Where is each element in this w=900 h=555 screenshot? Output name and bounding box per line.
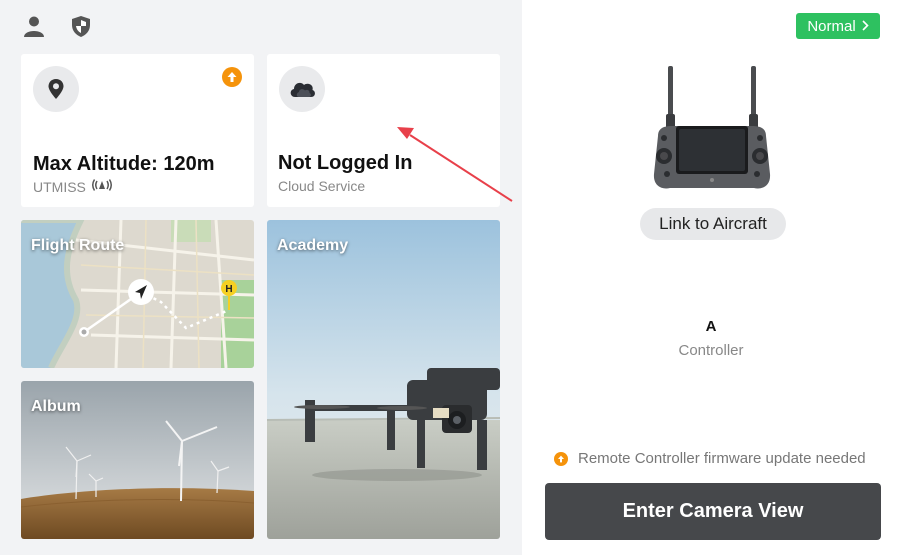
- controller-type-label: Controller: [678, 342, 744, 359]
- academy-label: Academy: [277, 237, 349, 254]
- location-pin-icon: [33, 66, 79, 112]
- svg-text:H: H: [225, 284, 232, 295]
- cloud-service-label: Cloud Service: [278, 178, 366, 194]
- cloud-icon: [279, 66, 325, 112]
- chevron-right-icon: [862, 18, 869, 35]
- remote-controller-image: [653, 66, 771, 189]
- home-left-panel: Max Altitude: 120m UTMISS Not Logged In …: [0, 0, 522, 555]
- utmiss-label: UTMISS: [33, 178, 86, 195]
- status-normal-button[interactable]: Normal: [796, 13, 880, 39]
- flight-route-tile[interactable]: H Flight Route: [21, 220, 254, 368]
- firmware-warning-text: Remote Controller firmware update needed: [578, 450, 866, 467]
- user-icon[interactable]: [22, 14, 46, 38]
- max-altitude-title: Max Altitude: 120m: [33, 153, 215, 175]
- broadcast-icon: [90, 178, 114, 195]
- link-to-aircraft-button[interactable]: Link to Aircraft: [640, 208, 786, 240]
- status-label: Normal: [807, 17, 856, 35]
- controller-panel: Normal Link to Aircraft A Controller Rem…: [522, 0, 900, 555]
- flight-route-label: Flight Route: [31, 237, 125, 254]
- academy-drone-image: [267, 220, 500, 539]
- update-warning-icon: [554, 451, 568, 466]
- album-tile[interactable]: Album: [21, 381, 254, 539]
- enter-camera-view-button[interactable]: Enter Camera View: [545, 483, 881, 540]
- max-altitude-card[interactable]: Max Altitude: 120m UTMISS: [21, 54, 254, 207]
- login-status-title: Not Logged In: [278, 152, 413, 174]
- shield-icon[interactable]: [69, 14, 93, 38]
- controller-name: A: [705, 318, 717, 335]
- firmware-update-warning[interactable]: Remote Controller firmware update needed: [554, 450, 866, 467]
- upload-arrow-icon[interactable]: [222, 67, 242, 87]
- cloud-service-card[interactable]: Not Logged In Cloud Service: [267, 54, 500, 207]
- academy-tile[interactable]: Academy: [267, 220, 500, 539]
- album-label: Album: [31, 398, 81, 415]
